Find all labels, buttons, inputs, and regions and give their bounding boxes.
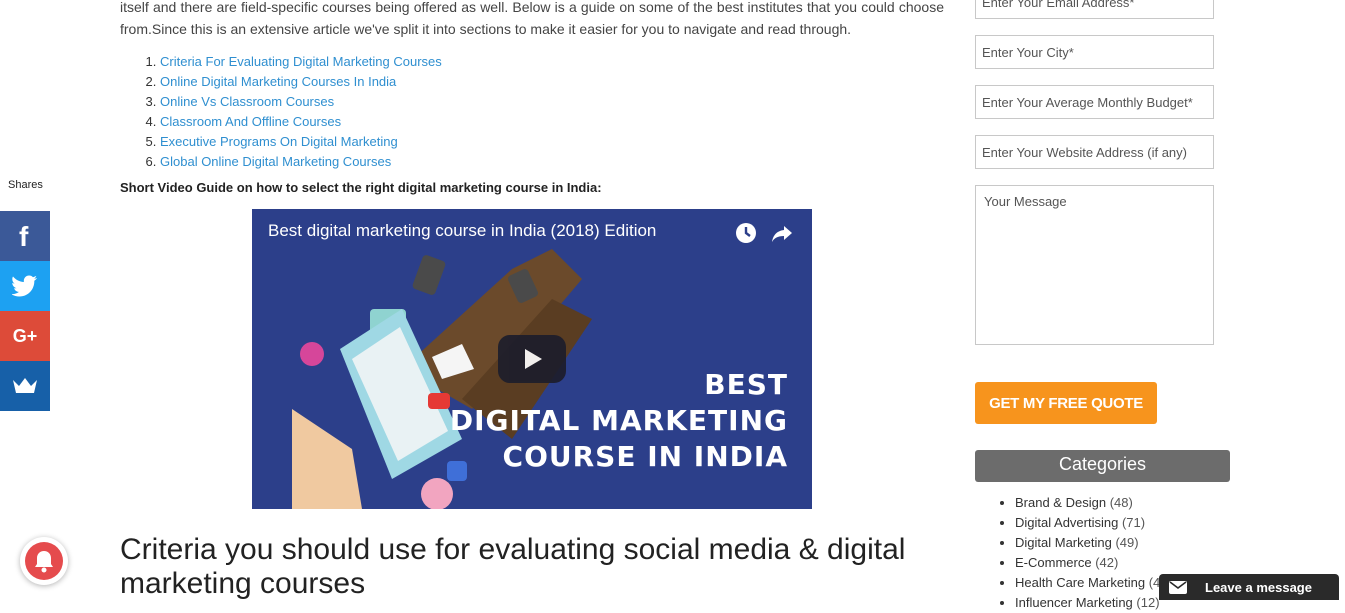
toc-item: Global Online Digital Marketing Courses xyxy=(160,152,944,172)
toc-item: Classroom And Offline Courses xyxy=(160,112,944,132)
leave-message-label: Leave a message xyxy=(1205,580,1312,595)
toc-link-online-courses[interactable]: Online Digital Marketing Courses In Indi… xyxy=(160,74,396,89)
facebook-share-button[interactable]: f xyxy=(0,211,50,261)
category-link[interactable]: E-Commerce xyxy=(1015,555,1092,570)
article-intro: itself and there are field-specific cour… xyxy=(120,0,944,37)
toc-link-global-online[interactable]: Global Online Digital Marketing Courses xyxy=(160,154,391,169)
toc-item: Criteria For Evaluating Digital Marketin… xyxy=(160,52,944,72)
category-item: Digital Advertising (71) xyxy=(1015,513,1160,533)
notification-bell-button[interactable] xyxy=(20,537,68,585)
get-free-quote-button[interactable]: GET MY FREE QUOTE xyxy=(975,382,1157,424)
shares-label: Shares xyxy=(8,179,43,191)
sumo-share-button[interactable] xyxy=(0,361,50,411)
category-item: Influencer Marketing (12) xyxy=(1015,593,1160,613)
website-field[interactable] xyxy=(975,135,1214,169)
table-of-contents: Criteria For Evaluating Digital Marketin… xyxy=(120,52,944,172)
categories-list: Brand & Design (48) Digital Advertising … xyxy=(975,493,1160,613)
section-heading: Criteria you should use for evaluating s… xyxy=(120,533,906,600)
video-title: Best digital marketing course in India (… xyxy=(268,221,657,240)
category-count: (48) xyxy=(1109,495,1133,510)
article-body: itself and there are field-specific cour… xyxy=(120,0,944,195)
thumbnail-headline-line: DIGITAL MARKETING xyxy=(449,404,788,437)
thumbnail-headline-line: BEST xyxy=(704,368,788,401)
toc-item: Online Digital Marketing Courses In Indi… xyxy=(160,72,944,92)
email-field[interactable] xyxy=(975,0,1214,19)
toc-link-classroom-offline[interactable]: Classroom And Offline Courses xyxy=(160,114,341,129)
twitter-icon xyxy=(12,275,37,297)
bell-badge xyxy=(25,542,63,580)
city-field[interactable] xyxy=(975,35,1214,69)
category-link[interactable]: Digital Advertising xyxy=(1015,515,1118,530)
category-item: E-Commerce (42) xyxy=(1015,553,1160,573)
category-link[interactable]: Brand & Design xyxy=(1015,495,1106,510)
toc-item: Executive Programs On Digital Marketing xyxy=(160,132,944,152)
facebook-icon: f xyxy=(19,222,29,250)
svg-text:f: f xyxy=(19,222,29,250)
category-link[interactable]: Influencer Marketing xyxy=(1015,595,1133,610)
envelope-icon xyxy=(1169,581,1187,594)
category-count: (12) xyxy=(1136,595,1160,610)
category-link[interactable]: Health Care Marketing xyxy=(1015,575,1145,590)
toc-link-online-vs-classroom[interactable]: Online Vs Classroom Courses xyxy=(160,94,334,109)
budget-field[interactable] xyxy=(975,85,1214,119)
leave-message-widget[interactable]: Leave a message xyxy=(1159,574,1339,600)
category-link[interactable]: Digital Marketing xyxy=(1015,535,1112,550)
thumbnail-headline: BEST DIGITAL MARKETING COURSE IN INDIA xyxy=(450,367,788,475)
youtube-video-embed[interactable]: Best digital marketing course in India (… xyxy=(252,209,812,509)
category-item: Brand & Design (48) xyxy=(1015,493,1160,513)
category-count: (42) xyxy=(1095,555,1119,570)
bell-icon xyxy=(35,551,53,573)
category-item: Health Care Marketing (4 xyxy=(1015,573,1160,593)
toc-item: Online Vs Classroom Courses xyxy=(160,92,944,112)
thumbnail-headline-line: COURSE IN INDIA xyxy=(502,440,788,473)
twitter-share-button[interactable] xyxy=(0,261,50,311)
category-item: Digital Marketing (49) xyxy=(1015,533,1160,553)
toc-link-criteria[interactable]: Criteria For Evaluating Digital Marketin… xyxy=(160,54,442,69)
category-count: (49) xyxy=(1115,535,1139,550)
clock-icon[interactable] xyxy=(734,221,758,245)
google-plus-share-button[interactable]: G+ xyxy=(0,311,50,361)
google-plus-icon: G+ xyxy=(12,325,38,346)
message-field[interactable] xyxy=(975,185,1214,345)
category-count: (71) xyxy=(1121,515,1146,530)
categories-heading: Categories xyxy=(975,450,1230,482)
toc-link-executive-programs[interactable]: Executive Programs On Digital Marketing xyxy=(160,134,398,149)
video-caption: Short Video Guide on how to select the r… xyxy=(120,180,602,195)
share-icon[interactable] xyxy=(770,221,794,245)
crown-icon xyxy=(13,378,37,393)
